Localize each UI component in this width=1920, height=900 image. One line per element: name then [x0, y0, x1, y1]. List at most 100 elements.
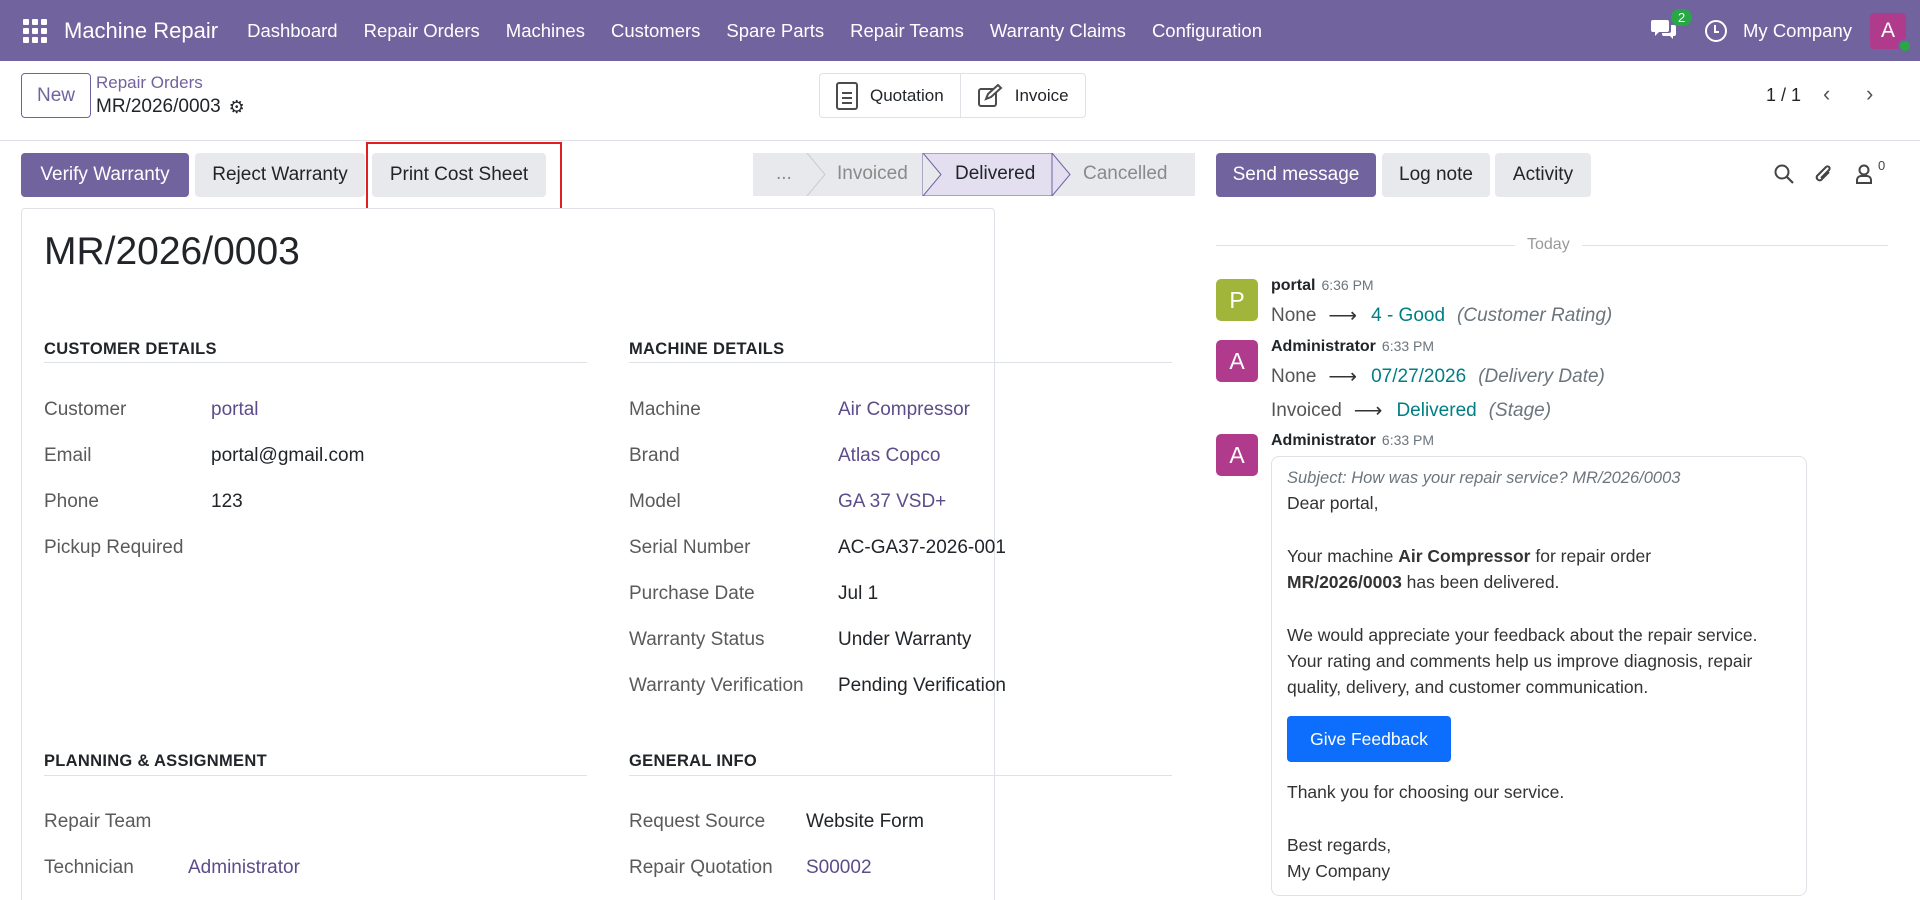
- warranty-verification-field[interactable]: Pending Verification: [838, 675, 1006, 697]
- menu-configuration[interactable]: Configuration: [1139, 20, 1275, 42]
- email-paragraph-line: Your machine Air Compressor for repair o…: [1287, 543, 1651, 569]
- invoice-smart-button[interactable]: Invoice: [959, 74, 1085, 117]
- breadcrumb-parent[interactable]: Repair Orders: [96, 73, 203, 93]
- request-source-field[interactable]: Website Form: [806, 811, 924, 833]
- main-menu: Dashboard Repair Orders Machines Custome…: [234, 20, 1275, 42]
- technician-label: Technician: [44, 857, 134, 878]
- send-message-button[interactable]: Send message: [1216, 153, 1376, 197]
- author-avatar[interactable]: P: [1216, 279, 1258, 321]
- serial-number-label: Serial Number: [629, 537, 751, 558]
- message-author[interactable]: Administrator 6:33 PM: [1271, 338, 1434, 356]
- paperclip-icon[interactable]: [1813, 163, 1835, 187]
- email-subject: Subject: How was your repair service? MR…: [1287, 469, 1681, 487]
- serial-number-field[interactable]: AC-GA37-2026-001: [838, 537, 1006, 559]
- machine-value[interactable]: Air Compressor: [838, 399, 970, 421]
- author-avatar[interactable]: A: [1216, 434, 1258, 476]
- give-feedback-button[interactable]: Give Feedback: [1287, 716, 1451, 762]
- machine-details-heading: MACHINE DETAILS: [629, 340, 785, 358]
- email-text: for repair order: [1530, 546, 1652, 566]
- purchase-date-label: Purchase Date: [629, 583, 755, 604]
- message-author[interactable]: portal 6:36 PM: [1271, 277, 1374, 295]
- phone-label: Phone: [44, 491, 99, 512]
- pencil-square-icon: [977, 83, 1003, 107]
- customer-label: Customer: [44, 399, 127, 420]
- activity-clock-icon[interactable]: [1705, 19, 1728, 42]
- invoice-label: Invoice: [1014, 85, 1069, 105]
- stage-cancelled[interactable]: Cancelled: [1083, 163, 1168, 185]
- arrow-right-icon: ⟶: [1328, 366, 1358, 388]
- divider: [44, 775, 587, 776]
- tracking-line: None ⟶ 4 - Good (Customer Rating): [1271, 303, 1612, 328]
- menu-machines[interactable]: Machines: [493, 20, 598, 42]
- new-value: 4 - Good: [1371, 304, 1446, 326]
- search-icon[interactable]: [1773, 163, 1795, 185]
- menu-repair-orders[interactable]: Repair Orders: [351, 20, 493, 42]
- planning-heading: PLANNING & ASSIGNMENT: [44, 752, 267, 770]
- verify-warranty-button[interactable]: Verify Warranty: [21, 153, 189, 197]
- chevron-right-icon[interactable]: ›: [1866, 81, 1873, 107]
- customer-details-heading: CUSTOMER DETAILS: [44, 340, 217, 358]
- author-name: Administrator: [1271, 338, 1376, 355]
- message-time: 6:36 PM: [1321, 277, 1374, 293]
- menu-customers[interactable]: Customers: [598, 20, 713, 42]
- warranty-status-field[interactable]: Under Warranty: [838, 629, 971, 651]
- author-name: portal: [1271, 277, 1316, 294]
- chevron-left-icon[interactable]: ‹: [1823, 81, 1830, 107]
- stage-invoiced[interactable]: Invoiced: [837, 163, 908, 185]
- day-label: Today: [1515, 236, 1582, 254]
- user-avatar[interactable]: A: [1870, 12, 1912, 53]
- menu-dashboard[interactable]: Dashboard: [234, 20, 351, 42]
- old-value: Invoiced: [1271, 399, 1342, 421]
- menu-warranty-claims[interactable]: Warranty Claims: [977, 20, 1139, 42]
- repair-quotation-label: Repair Quotation: [629, 857, 773, 878]
- email-paragraph-line: MR/2026/0003 has been delivered.: [1287, 569, 1559, 595]
- email-label: Email: [44, 445, 92, 466]
- model-value[interactable]: GA 37 VSD+: [838, 491, 946, 513]
- reject-warranty-button[interactable]: Reject Warranty: [195, 153, 365, 197]
- customer-value[interactable]: portal: [211, 399, 259, 421]
- pager-value[interactable]: 1 / 1: [1766, 85, 1801, 106]
- top-navbar: Machine Repair Dashboard Repair Orders M…: [0, 0, 1920, 61]
- messages-count-badge: 2: [1671, 8, 1693, 26]
- gear-icon[interactable]: ⚙: [229, 97, 245, 118]
- author-avatar[interactable]: A: [1216, 340, 1258, 382]
- app-brand[interactable]: Machine Repair: [64, 18, 218, 44]
- repair-quotation-value[interactable]: S00002: [806, 857, 872, 879]
- followers-icon[interactable]: [1855, 163, 1873, 185]
- technician-value[interactable]: Administrator: [188, 857, 300, 879]
- new-button[interactable]: New: [21, 73, 91, 118]
- email-field[interactable]: portal@gmail.com: [211, 445, 364, 467]
- menu-spare-parts[interactable]: Spare Parts: [713, 20, 837, 42]
- author-name: Administrator: [1271, 432, 1376, 449]
- record-title: MR/2026/0003: [44, 230, 300, 273]
- divider: [629, 362, 1172, 363]
- message-author[interactable]: Administrator 6:33 PM: [1271, 432, 1434, 450]
- stage-delivered[interactable]: Delivered: [955, 163, 1035, 185]
- log-note-button[interactable]: Log note: [1382, 153, 1490, 197]
- brand-value[interactable]: Atlas Copco: [838, 445, 940, 467]
- email-signature: My Company: [1287, 861, 1391, 881]
- navbar-systray: 2 My Company A: [1651, 0, 1920, 61]
- tracking-line: None ⟶ 07/27/2026 (Delivery Date): [1271, 364, 1605, 389]
- machine-label: Machine: [629, 399, 701, 420]
- purchase-date-field[interactable]: Jul 1: [838, 583, 878, 605]
- pickup-required-label: Pickup Required: [44, 537, 184, 558]
- old-value: None: [1271, 365, 1317, 387]
- tracked-field: (Customer Rating): [1457, 304, 1613, 326]
- divider: [44, 362, 587, 363]
- messaging-icon[interactable]: 2: [1651, 8, 1693, 44]
- menu-repair-teams[interactable]: Repair Teams: [837, 20, 977, 42]
- stage-ellipsis[interactable]: ...: [776, 163, 792, 185]
- email-greeting: Dear portal,: [1287, 493, 1379, 513]
- phone-field[interactable]: 123: [211, 491, 243, 513]
- breadcrumb-current-label: MR/2026/0003: [96, 96, 221, 117]
- apps-menu-icon[interactable]: [23, 18, 47, 43]
- model-label: Model: [629, 491, 681, 512]
- divider: [629, 775, 1172, 776]
- quotation-smart-button[interactable]: Quotation: [820, 74, 960, 117]
- email-text: has been delivered.: [1401, 572, 1560, 592]
- activity-button[interactable]: Activity: [1495, 153, 1591, 197]
- user-initial: A: [1880, 18, 1895, 42]
- new-value: Delivered: [1396, 399, 1477, 421]
- company-switcher[interactable]: My Company: [1743, 20, 1852, 42]
